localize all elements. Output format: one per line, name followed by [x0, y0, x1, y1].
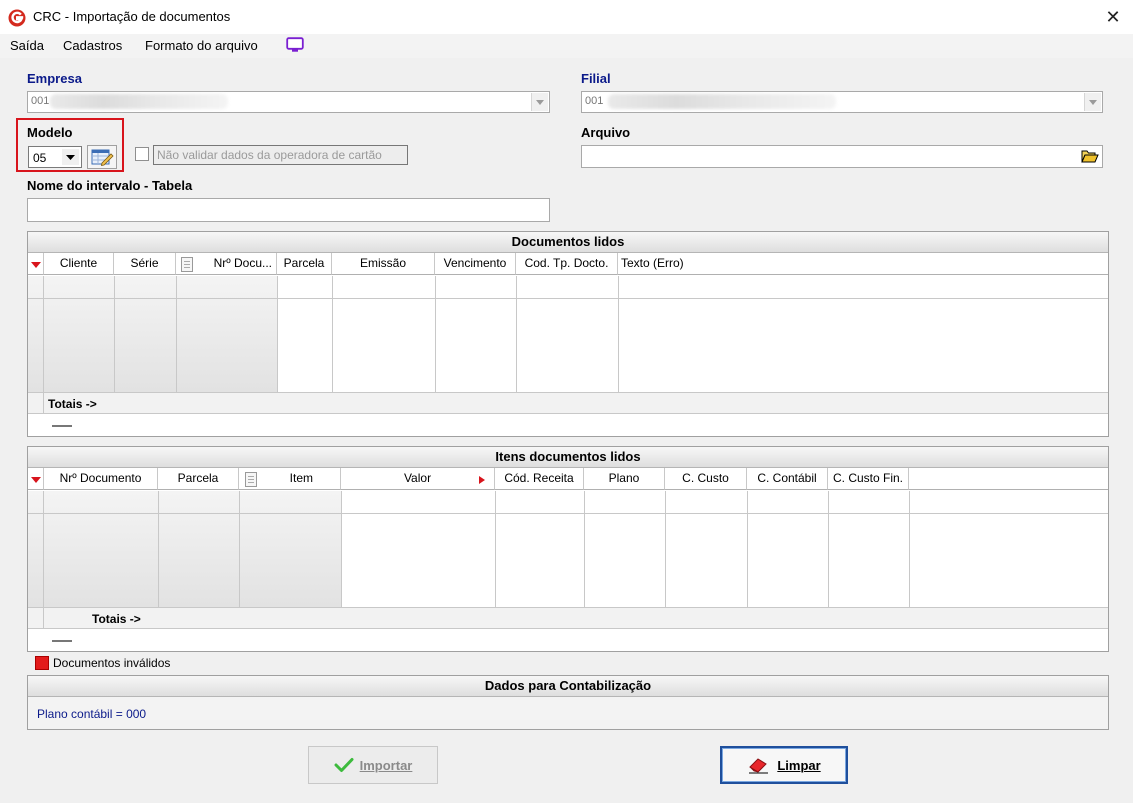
- sort-indicator-icon[interactable]: [31, 262, 41, 268]
- menu-item-cadastros[interactable]: Cadastros: [63, 38, 122, 53]
- col-cliente[interactable]: Cliente: [44, 253, 114, 275]
- modelo-select[interactable]: 05: [28, 146, 82, 168]
- intervalo-label: Nome do intervalo - Tabela: [27, 178, 193, 193]
- col-cod-receita[interactable]: Cód. Receita: [495, 468, 584, 490]
- grid1-frozen-area: [44, 276, 277, 392]
- monitor-icon[interactable]: [286, 37, 304, 53]
- filial-combo[interactable]: 001: [581, 91, 1103, 113]
- folder-open-icon[interactable]: [1080, 147, 1100, 166]
- documentos-grid: Documentos lidos Cliente Série Nrº Docu.…: [27, 231, 1109, 437]
- grid1-totals-label: Totais ->: [48, 397, 97, 411]
- app-logo-icon: [8, 9, 26, 27]
- arquivo-input[interactable]: [581, 145, 1103, 168]
- invalid-color-swatch: [35, 656, 49, 670]
- grid2-totals-row: Totais ->: [28, 607, 1108, 629]
- edit-table-icon: [91, 149, 114, 167]
- filial-label: Filial: [581, 71, 611, 86]
- col-empty: [909, 468, 1108, 490]
- grid2-totals-label: Totais ->: [92, 612, 141, 626]
- document-icon: [245, 472, 257, 487]
- limpar-label: Limpar: [777, 757, 821, 773]
- filial-dropdown-button[interactable]: [1084, 93, 1101, 111]
- sort-indicator-icon[interactable]: [31, 477, 41, 483]
- col-vencimento[interactable]: Vencimento: [435, 253, 516, 275]
- importar-label: Importar: [359, 757, 413, 773]
- empresa-value: 001: [31, 95, 50, 107]
- intervalo-input[interactable]: [27, 198, 550, 222]
- legend-label: Documentos inválidos: [53, 656, 171, 670]
- col-plano[interactable]: Plano: [584, 468, 665, 490]
- check-icon: [334, 758, 354, 772]
- grid2-collapse-handle[interactable]: [52, 640, 72, 642]
- modelo-value: 05: [33, 151, 47, 165]
- contabil-panel: Dados para Contabilização Plano contábil…: [27, 675, 1109, 730]
- col-emissao[interactable]: Emissão: [332, 253, 435, 275]
- empresa-dropdown-button[interactable]: [531, 93, 548, 111]
- grid1-collapse-handle[interactable]: [52, 425, 72, 427]
- modelo-label: Modelo: [27, 125, 73, 140]
- col-c-custo[interactable]: C. Custo: [665, 468, 747, 490]
- menu-item-formato-arquivo[interactable]: Formato do arquivo: [145, 38, 258, 53]
- documentos-grid-title: Documentos lidos: [28, 232, 1108, 253]
- col-nr-documento[interactable]: Nrº Documento: [44, 468, 158, 490]
- filial-redacted: [608, 94, 836, 109]
- grid1-totals-row: Totais ->: [28, 392, 1108, 414]
- nao-validar-label[interactable]: Não validar dados da operadora de cartão: [153, 145, 408, 165]
- col-parcela[interactable]: Parcela: [277, 253, 332, 275]
- document-icon: [181, 257, 193, 272]
- col-texto-erro[interactable]: Texto (Erro): [618, 253, 1108, 275]
- grid2-indicator-column: [28, 491, 44, 607]
- limpar-button[interactable]: Limpar: [720, 746, 848, 784]
- importar-button[interactable]: Importar: [308, 746, 438, 784]
- col-cod-tp-docto[interactable]: Cod. Tp. Docto.: [516, 253, 618, 275]
- filial-value: 001: [585, 95, 604, 107]
- empresa-combo[interactable]: 001: [27, 91, 550, 113]
- menu-item-saida[interactable]: Saída: [10, 38, 44, 53]
- col-c-contabil[interactable]: C. Contábil: [747, 468, 828, 490]
- itens-grid-title: Itens documentos lidos: [28, 447, 1108, 468]
- window-title: CRC - Importação de documentos: [33, 9, 231, 24]
- grid1-indicator-column: [28, 276, 44, 392]
- plano-contabil-text: Plano contábil = 000: [37, 707, 147, 721]
- chevron-down-icon: [66, 155, 75, 160]
- arquivo-label: Arquivo: [581, 125, 631, 140]
- eraser-icon: [749, 758, 769, 774]
- contabil-title: Dados para Contabilização: [28, 676, 1108, 697]
- edit-modelo-button[interactable]: [87, 145, 117, 169]
- modelo-dropdown-button[interactable]: [62, 149, 79, 165]
- itens-grid: Itens documentos lidos Nrº Documento Par…: [27, 446, 1109, 652]
- close-button[interactable]: ✕: [1103, 5, 1123, 29]
- nao-validar-checkbox[interactable]: [135, 147, 149, 161]
- grid2-frozen-area: [44, 491, 341, 607]
- column-marker-icon: [479, 476, 485, 484]
- empresa-label: Empresa: [27, 71, 82, 86]
- empresa-redacted: [50, 94, 228, 109]
- col-serie[interactable]: Série: [114, 253, 176, 275]
- col-c-custo-fin[interactable]: C. Custo Fin.: [828, 468, 909, 490]
- col-parcela[interactable]: Parcela: [158, 468, 239, 490]
- col-valor[interactable]: Valor: [341, 468, 495, 490]
